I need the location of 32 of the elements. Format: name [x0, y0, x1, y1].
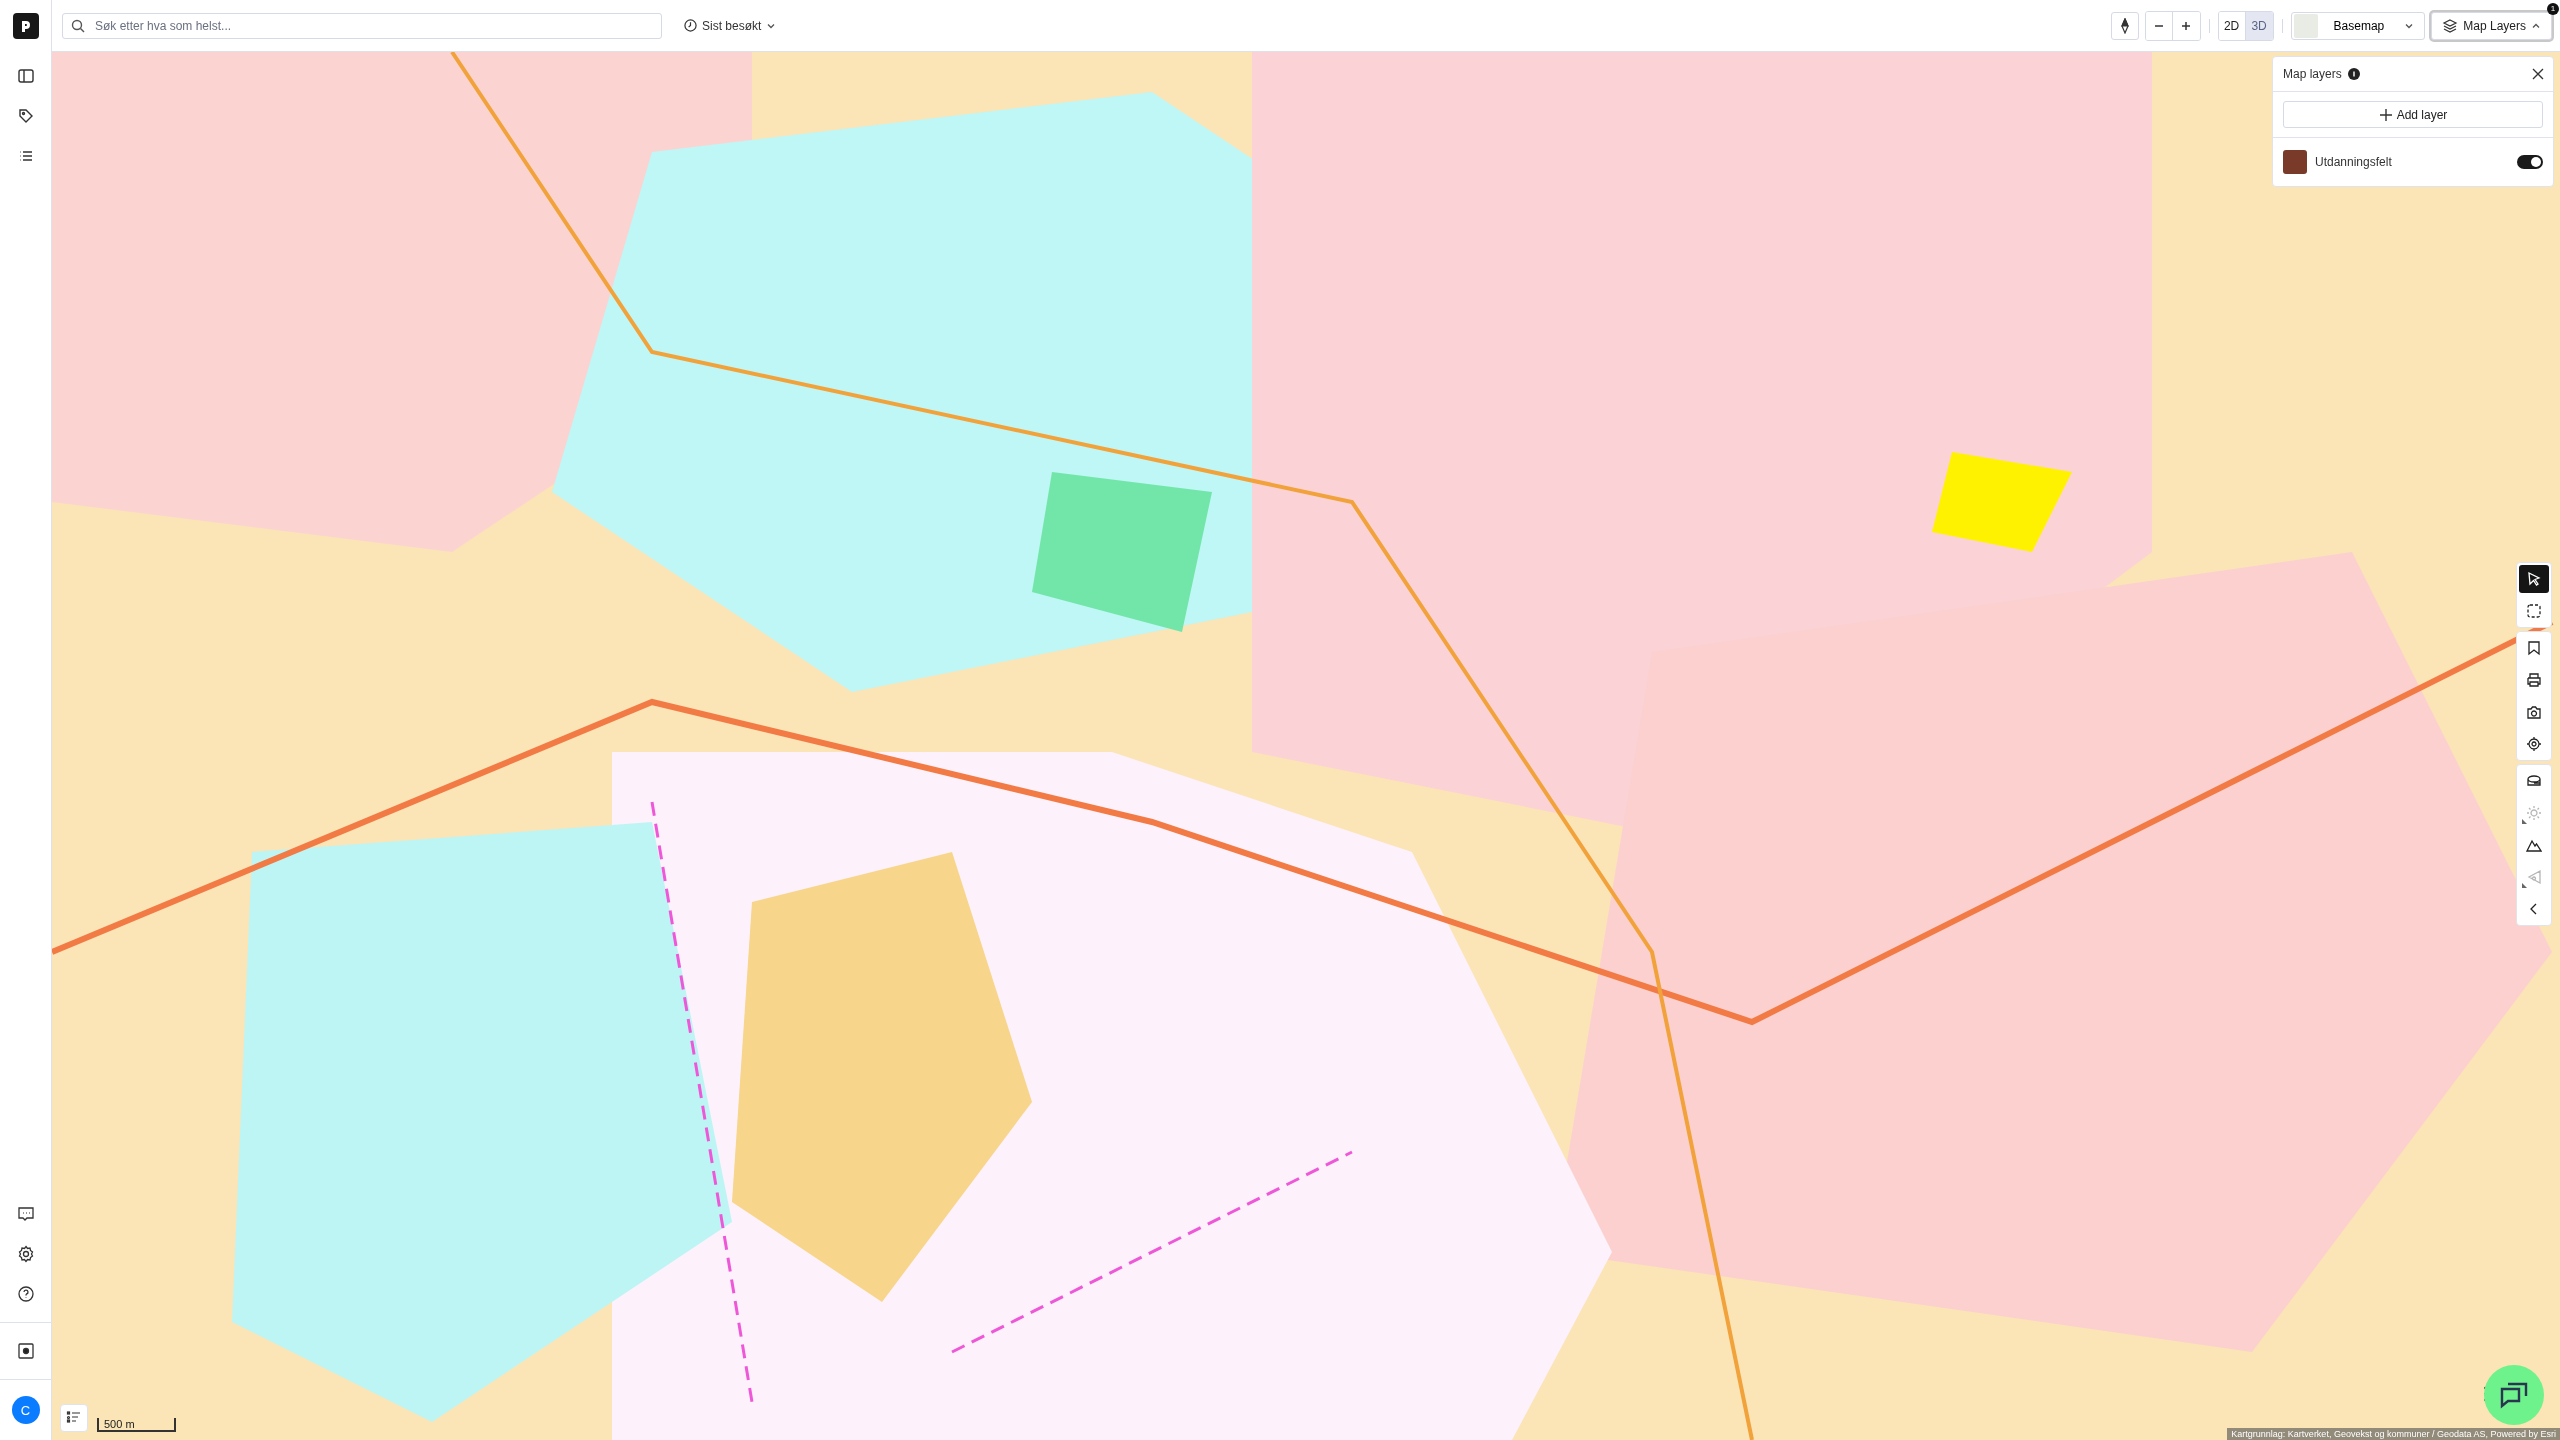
plus-icon [2378, 107, 2393, 122]
layer-toggle[interactable] [2517, 155, 2543, 169]
logo-icon[interactable] [12, 13, 39, 39]
search-field[interactable]: Søk etter hva som helst... [62, 12, 662, 39]
recent-label: Sist besøkt [702, 18, 762, 33]
basemap-dropdown[interactable]: Basemap [2290, 11, 2426, 40]
legend-button[interactable] [60, 1404, 88, 1432]
search-icon [71, 18, 85, 33]
map-layers-button[interactable]: Map Layers [2431, 11, 2552, 40]
view-mode-toggle[interactable]: 3D [2245, 11, 2273, 40]
close-icon [2531, 67, 2545, 81]
basemap-thumbnail [2293, 13, 2318, 38]
compass-button[interactable] [2110, 11, 2139, 40]
compass-icon [2119, 17, 2130, 34]
recent-dropdown[interactable]: Sist besøkt [678, 17, 783, 34]
legend-icon [66, 1410, 82, 1426]
layer-name: Utdanningsfelt [2315, 155, 2392, 169]
add-layer-button[interactable]: Add layer [2283, 101, 2543, 128]
close-button[interactable] [2531, 67, 2545, 81]
layers-icon [2442, 17, 2459, 34]
map-attribution: Kartgrunnlag: Kartverket, Geovekst og kommuner / Geodata AS, Powered by Esri [2227, 1428, 2560, 1440]
pointer-icon[interactable] [2519, 565, 2549, 593]
user-avatar[interactable]: C [11, 1396, 40, 1424]
clock-icon [684, 19, 697, 32]
scale-bar: 500 m [97, 1418, 176, 1432]
info-icon[interactable] [2347, 68, 2360, 80]
view-mode-toggle[interactable]: 2D [2218, 11, 2246, 40]
panel-title: Map layers [2283, 67, 2342, 81]
chat-icon [2499, 1380, 2529, 1410]
layer-thumbnail [2283, 150, 2307, 174]
plus-icon [2180, 19, 2193, 32]
layer-count-badge: 1 [2547, 2, 2559, 15]
